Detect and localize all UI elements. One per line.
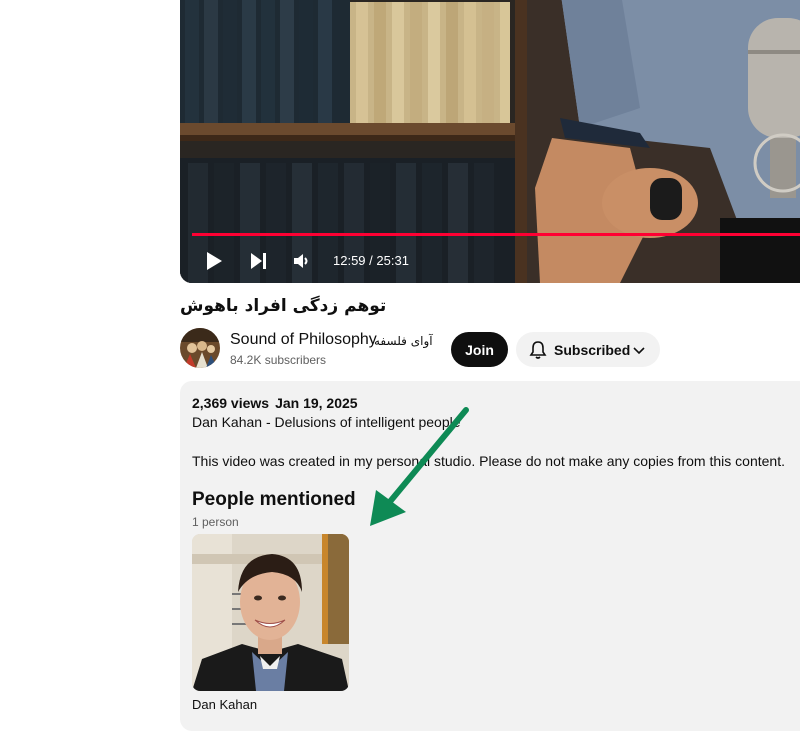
video-meta: 2,369 views Jan 19, 2025 bbox=[192, 395, 358, 411]
description-box[interactable]: 2,369 views Jan 19, 2025 Dan Kahan - Delu… bbox=[180, 381, 800, 731]
description-text-line-2: This video was created in my personal st… bbox=[192, 453, 785, 469]
subscribed-button[interactable]: Subscribed bbox=[516, 332, 660, 367]
volume-icon bbox=[294, 254, 308, 268]
subscriber-count: 84.2K subscribers bbox=[230, 353, 327, 367]
current-time: 12:59 bbox=[333, 253, 366, 268]
video-player[interactable]: 12:59 / 25:31 bbox=[180, 0, 800, 283]
channel-alt-name[interactable]: آوای فلسفه bbox=[374, 334, 433, 348]
progress-fill bbox=[192, 233, 800, 236]
skip-next-icon bbox=[251, 253, 266, 269]
time-display: 12:59 / 25:31 bbox=[333, 253, 409, 268]
join-button[interactable]: Join bbox=[451, 332, 508, 367]
next-button[interactable] bbox=[247, 249, 271, 273]
chevron-down-icon bbox=[633, 347, 645, 355]
person-card[interactable] bbox=[192, 534, 349, 691]
video-frame bbox=[180, 0, 800, 283]
duration: 25:31 bbox=[376, 253, 409, 268]
avatar-image bbox=[180, 328, 220, 368]
play-button[interactable] bbox=[202, 249, 226, 273]
channel-name[interactable]: Sound of Philosophy bbox=[230, 331, 377, 349]
view-count: 2,369 views bbox=[192, 395, 270, 411]
annotation-arrow bbox=[370, 407, 469, 526]
video-title: توهم زدگی افراد باهوش bbox=[180, 296, 387, 316]
bell-icon bbox=[529, 341, 547, 359]
people-count: 1 person bbox=[192, 515, 239, 529]
play-icon bbox=[207, 252, 222, 270]
player-controls: 12:59 / 25:31 bbox=[180, 245, 800, 275]
progress-bar[interactable] bbox=[192, 233, 800, 236]
volume-button[interactable] bbox=[290, 249, 314, 273]
subscribed-label: Subscribed bbox=[554, 342, 631, 358]
person-name[interactable]: Dan Kahan bbox=[192, 697, 257, 712]
people-mentioned-heading: People mentioned bbox=[192, 489, 356, 510]
person-photo bbox=[192, 534, 349, 691]
channel-avatar[interactable] bbox=[180, 328, 220, 368]
upload-date: Jan 19, 2025 bbox=[275, 395, 358, 411]
